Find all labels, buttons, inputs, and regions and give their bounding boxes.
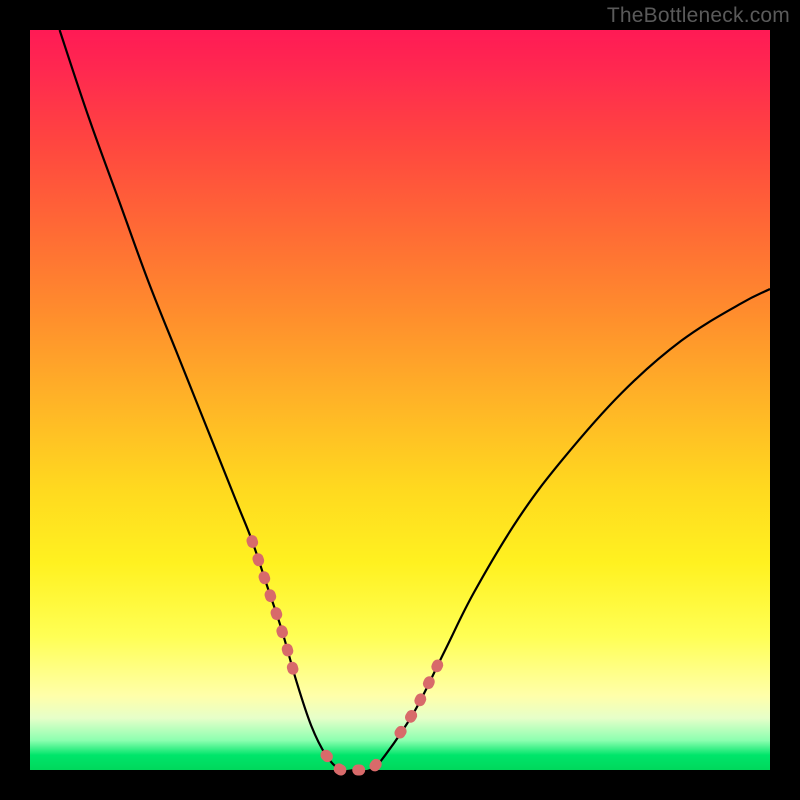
bottleneck-curve-svg [30,30,770,770]
highlight-right [400,652,444,733]
chart-stage: TheBottleneck.com [0,0,800,800]
plot-area [30,30,770,770]
bottleneck-curve [60,30,770,771]
watermark-text: TheBottleneck.com [607,4,790,28]
highlight-minimum [326,755,385,770]
